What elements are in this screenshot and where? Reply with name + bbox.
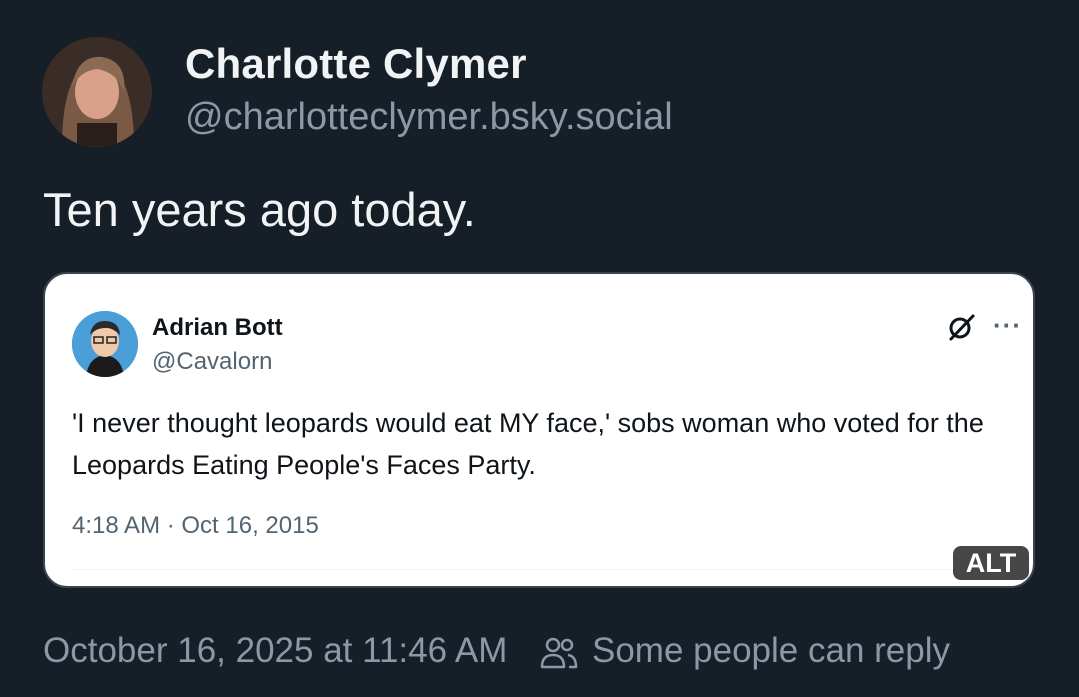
author-handle[interactable]: @charlotteclymer.bsky.social [185, 96, 673, 139]
post-timestamp[interactable]: October 16, 2025 at 11:46 AM [43, 631, 507, 671]
reply-setting[interactable]: Some people can reply [592, 631, 950, 671]
author-display-name[interactable]: Charlotte Clymer [185, 40, 527, 88]
people-icon [540, 637, 578, 669]
embed-author-handle: @Cavalorn [152, 348, 273, 375]
alt-text-badge[interactable]: ALT [953, 546, 1029, 580]
author-avatar[interactable] [42, 37, 152, 147]
embed-divider [72, 569, 1033, 570]
post-text: Ten years ago today. [43, 183, 476, 236]
embed-author-name: Adrian Bott [152, 314, 283, 341]
grok-icon [949, 314, 975, 341]
embed-author-avatar [72, 311, 138, 377]
more-icon: ··· [993, 310, 1022, 340]
embedded-image[interactable]: Adrian Bott @Cavalorn ··· 'I never thoug… [43, 272, 1035, 588]
embed-tweet-text: 'I never thought leopards would eat MY f… [72, 408, 984, 480]
embed-timestamp: 4:18 AM · Oct 16, 2015 [72, 512, 319, 539]
avatar-image [42, 37, 152, 147]
